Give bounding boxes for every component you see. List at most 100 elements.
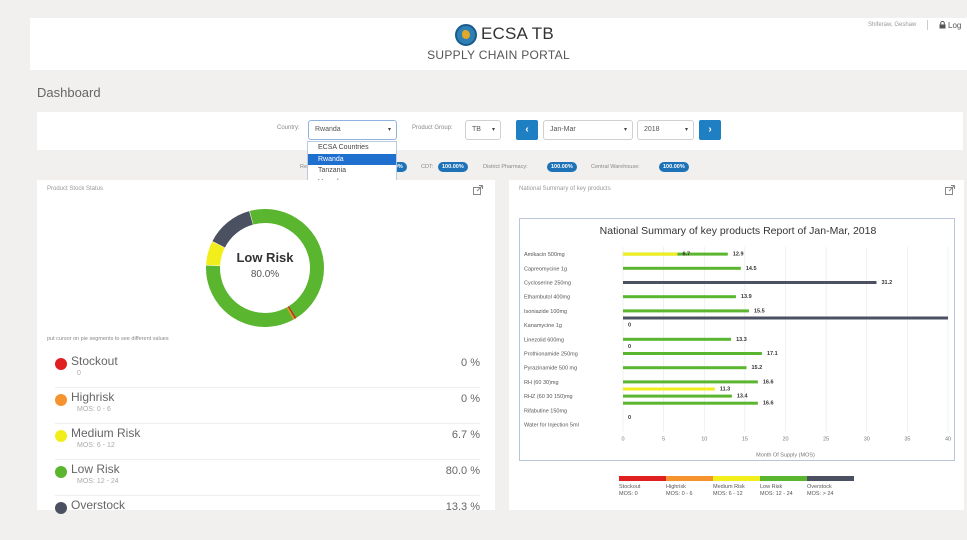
x-tick-label: 0 [621,437,624,443]
legend-name: Highrisk [71,390,115,404]
period-select[interactable]: Jan-Mar ▾ [543,120,633,140]
legend-percent: 0 % [461,393,480,405]
category-label: Water for Injection 5ml [524,423,579,429]
data-bar[interactable] [623,380,758,384]
legend-sub: 0 [77,370,81,377]
category-label: RH (60 30)mg [524,380,559,386]
category-label: RHZ (60 30 150)mg [524,394,573,400]
legend-percent: 13.3 % [445,501,480,513]
country-select[interactable]: Rwanda ▾ [308,120,397,140]
ecsa-logo-icon [455,24,477,46]
mos-legend-swatch [666,476,713,481]
mos-legend-range: MOS: 6 - 12 [713,491,743,497]
period-value: Jan-Mar [550,126,576,133]
logout-label[interactable]: Log [948,21,961,30]
legend-dot [55,430,67,442]
x-tick-label: 40 [945,437,951,443]
x-tick-label: 25 [823,437,829,443]
legend-row: Overstock 13.3 % [55,496,480,532]
data-label: 14.5 [746,266,757,272]
data-label: 13.4 [737,394,749,400]
donut-center-label: Low Risk [236,250,294,265]
panel-title: National Summary of key products [519,186,611,192]
previous-period-button[interactable]: ‹ [516,120,538,140]
donut-segment-highrisk[interactable] [286,306,295,320]
lock-icon [939,20,946,29]
external-link-icon[interactable] [945,185,955,195]
legend-row: Stockout 0 0 % [55,352,480,388]
panel-title: Product Stock Status [47,186,104,192]
category-label: Pyrazinamide 500 mg [524,366,577,372]
legend-row: Highrisk MOS: 0 - 6 0 % [55,388,480,424]
data-label: 16.6 [763,379,774,385]
mos-legend-name: Highrisk [666,484,686,490]
logout-link[interactable]: Log [939,20,961,30]
data-bar[interactable] [623,366,747,370]
filter-panel: Country: Rwanda ▾ Product Group: TB ▾ ‹ … [37,112,963,150]
data-bar[interactable] [623,295,736,299]
country-label: Country: [277,125,300,131]
mos-legend-name: Overstock [807,484,832,490]
cdt-badge: 100.00% [438,162,468,172]
country-option[interactable]: ECSA Countries [308,142,396,154]
data-bar[interactable] [623,387,715,391]
data-bar[interactable] [623,252,678,256]
legend-sub: MOS: 12 - 24 [77,478,119,485]
next-period-button[interactable]: › [699,120,721,140]
mos-legend-range: MOS: 0 - 6 [666,491,693,497]
year-select[interactable]: 2018 ▾ [637,120,694,140]
legend-dot [55,466,67,478]
legend-dot [55,358,67,370]
data-bar[interactable] [623,309,749,313]
legend-percent: 0 % [461,357,480,369]
data-label: 0 [628,344,631,350]
mos-legend-range: MOS: 12 - 24 [760,491,793,497]
legend-name: Low Risk [71,462,120,476]
donut-hint-text: put cursor on pie segments to see differ… [47,336,169,342]
data-bar[interactable] [623,352,762,355]
risk-donut-chart[interactable] [201,206,329,330]
data-bar[interactable] [623,266,741,270]
chevron-down-icon: ▾ [684,127,688,133]
data-bar[interactable] [623,401,758,405]
x-tick-label: 20 [782,437,788,443]
mos-legend-name: Medium Risk [713,484,745,490]
category-label: Isoniazide 100mg [524,309,567,315]
legend-dot [55,502,67,514]
reporting-rate-bar: Rep 100.00% CDT: 100.00% District Pharma… [37,157,963,177]
data-label: 15.5 [754,308,765,314]
data-bar[interactable] [623,281,877,284]
category-label: Amikacin 500mg [524,252,565,258]
data-bar[interactable] [623,394,732,398]
legend-row: Low Risk MOS: 12 - 24 80.0 % [55,460,480,496]
central-warehouse-badge: 100.00% [659,162,689,172]
category-label: Capreomycine 1g [524,266,567,272]
data-bar[interactable] [623,316,948,320]
central-warehouse-label: Central Warehouse: [591,164,640,170]
data-bar[interactable] [623,337,732,341]
x-tick-label: 5 [662,437,665,443]
mos-legend-swatch [760,476,807,481]
mos-legend-name: Stockout [619,484,641,490]
external-link-icon[interactable] [473,185,483,195]
donut-segment-stockout[interactable] [287,306,297,319]
x-tick-label: 15 [742,437,748,443]
mos-legend-item: Low Risk MOS: 12 - 24 [760,476,807,504]
x-tick-label: 10 [701,437,707,443]
district-pharmacy-label: District Pharmacy: [483,164,528,170]
product-group-select[interactable]: TB ▾ [465,120,501,140]
country-select-value: Rwanda [315,126,341,133]
data-label: 13.3 [736,337,747,343]
mos-legend-item: Overstock MOS: > 24 [807,476,854,504]
country-option[interactable]: Tanzania [308,165,396,177]
user-name[interactable]: Shiferaw, Geshaw [868,22,916,28]
mos-legend-swatch [713,476,760,481]
legend-percent: 6.7 % [451,429,480,441]
year-value: 2018 [644,126,660,133]
country-option-selected[interactable]: Rwanda [308,153,396,165]
mos-legend-range: MOS: > 24 [807,491,834,497]
mos-legend-swatch [619,476,666,481]
legend-sub: MOS: 0 - 6 [77,406,111,413]
mos-legend-item: Highrisk MOS: 0 - 6 [666,476,713,504]
category-label: Prothionamide 250mg [524,352,578,358]
